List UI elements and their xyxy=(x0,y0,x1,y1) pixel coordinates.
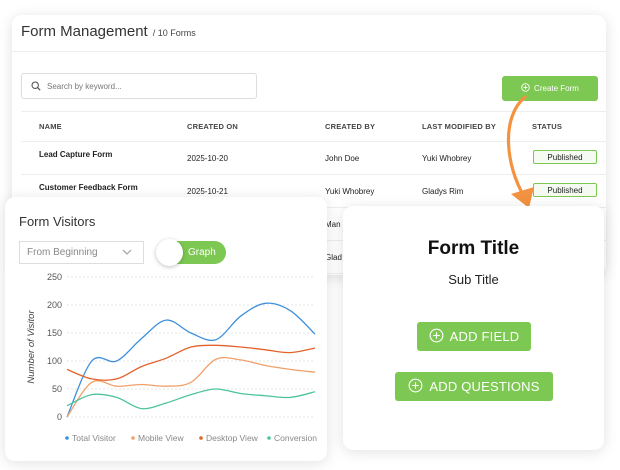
page-header: Form Management / 10 Forms xyxy=(21,23,196,47)
legend-label-conversion: Conversion xyxy=(274,433,317,443)
series-line-desktop-view xyxy=(66,344,316,381)
legend-marker-desktop-view xyxy=(199,436,203,440)
curved-arrow-icon xyxy=(506,95,534,208)
range-select-value: From Beginning xyxy=(27,247,98,258)
legend-label-desktop-view: Desktop View xyxy=(206,433,259,443)
modified-by: Gladys Rim xyxy=(422,187,464,196)
legend-marker-total-visitor xyxy=(65,436,69,440)
col-last-modified-by[interactable]: LAST MODIFIED BY xyxy=(422,122,496,131)
legend-marker-mobile-view xyxy=(131,436,135,440)
visitors-line-chart: 0 50 100 150 200 250 Number of Visitor Total Vi… xyxy=(26,272,317,443)
col-created-by[interactable]: CREATED BY xyxy=(325,122,375,131)
created-by: Yuki Whobrey xyxy=(325,187,375,196)
form-preview-panel: Form Title Sub Title ADD FIELD ADD QUEST… xyxy=(343,206,604,450)
y-axis-label: Number of Visitor xyxy=(26,310,37,384)
graph-toggle[interactable]: Graph xyxy=(156,239,226,266)
created-by: John Doe xyxy=(325,154,360,163)
add-questions-label: ADD QUESTIONS xyxy=(429,379,540,394)
legend-label-total-visitor: Total Visitor xyxy=(72,433,116,443)
series-line-total-visitor xyxy=(66,302,316,418)
forms-count: / 10 Forms xyxy=(152,28,196,38)
create-form-label: Create Form xyxy=(534,84,579,93)
created-on: 2025-10-20 xyxy=(187,154,228,163)
y-tick-label: 250 xyxy=(47,272,62,282)
form-name[interactable]: Customer Feedback Form xyxy=(39,183,138,192)
header-divider xyxy=(12,51,606,52)
add-field-label: ADD FIELD xyxy=(449,329,520,344)
add-field-button[interactable]: ADD FIELD xyxy=(417,322,531,351)
toggle-knob[interactable] xyxy=(156,239,183,266)
search-box[interactable] xyxy=(21,73,257,99)
modified-by: Yuki Whobrey xyxy=(422,154,472,163)
graph-toggle-label: Graph xyxy=(188,247,216,258)
search-icon xyxy=(31,81,41,91)
visitors-title: Form Visitors xyxy=(19,214,96,229)
series-line-conversion xyxy=(66,388,316,410)
plus-circle-icon xyxy=(521,83,530,94)
form-subtitle[interactable]: Sub Title xyxy=(343,272,604,287)
y-tick-label: 200 xyxy=(47,300,62,310)
form-name[interactable]: Lead Capture Form xyxy=(39,150,112,159)
plus-circle-icon xyxy=(429,328,444,346)
range-select[interactable]: From Beginning xyxy=(19,241,144,264)
chevron-down-icon xyxy=(121,246,133,261)
col-name[interactable]: NAME xyxy=(39,122,62,131)
y-tick-label: 100 xyxy=(47,356,62,366)
form-visitors-panel: Form Visitors From Beginning Graph 0 50 10… xyxy=(5,197,327,461)
y-tick-label: 50 xyxy=(52,384,62,394)
legend-marker-conversion xyxy=(267,436,271,440)
created-by: Man xyxy=(325,220,341,229)
add-questions-button[interactable]: ADD QUESTIONS xyxy=(395,372,553,401)
legend-label-mobile-view: Mobile View xyxy=(138,433,185,443)
y-tick-label: 150 xyxy=(47,328,62,338)
col-created-on[interactable]: CREATED ON xyxy=(187,122,238,131)
page-title: Form Management xyxy=(21,23,148,40)
plus-circle-icon xyxy=(408,378,423,396)
y-tick-label: 0 xyxy=(57,412,62,422)
created-by: Glad xyxy=(325,253,342,262)
series-line-mobile-view xyxy=(66,356,316,418)
created-on: 2025-10-21 xyxy=(187,187,228,196)
search-input[interactable] xyxy=(45,80,229,92)
form-title[interactable]: Form Title xyxy=(343,238,604,260)
